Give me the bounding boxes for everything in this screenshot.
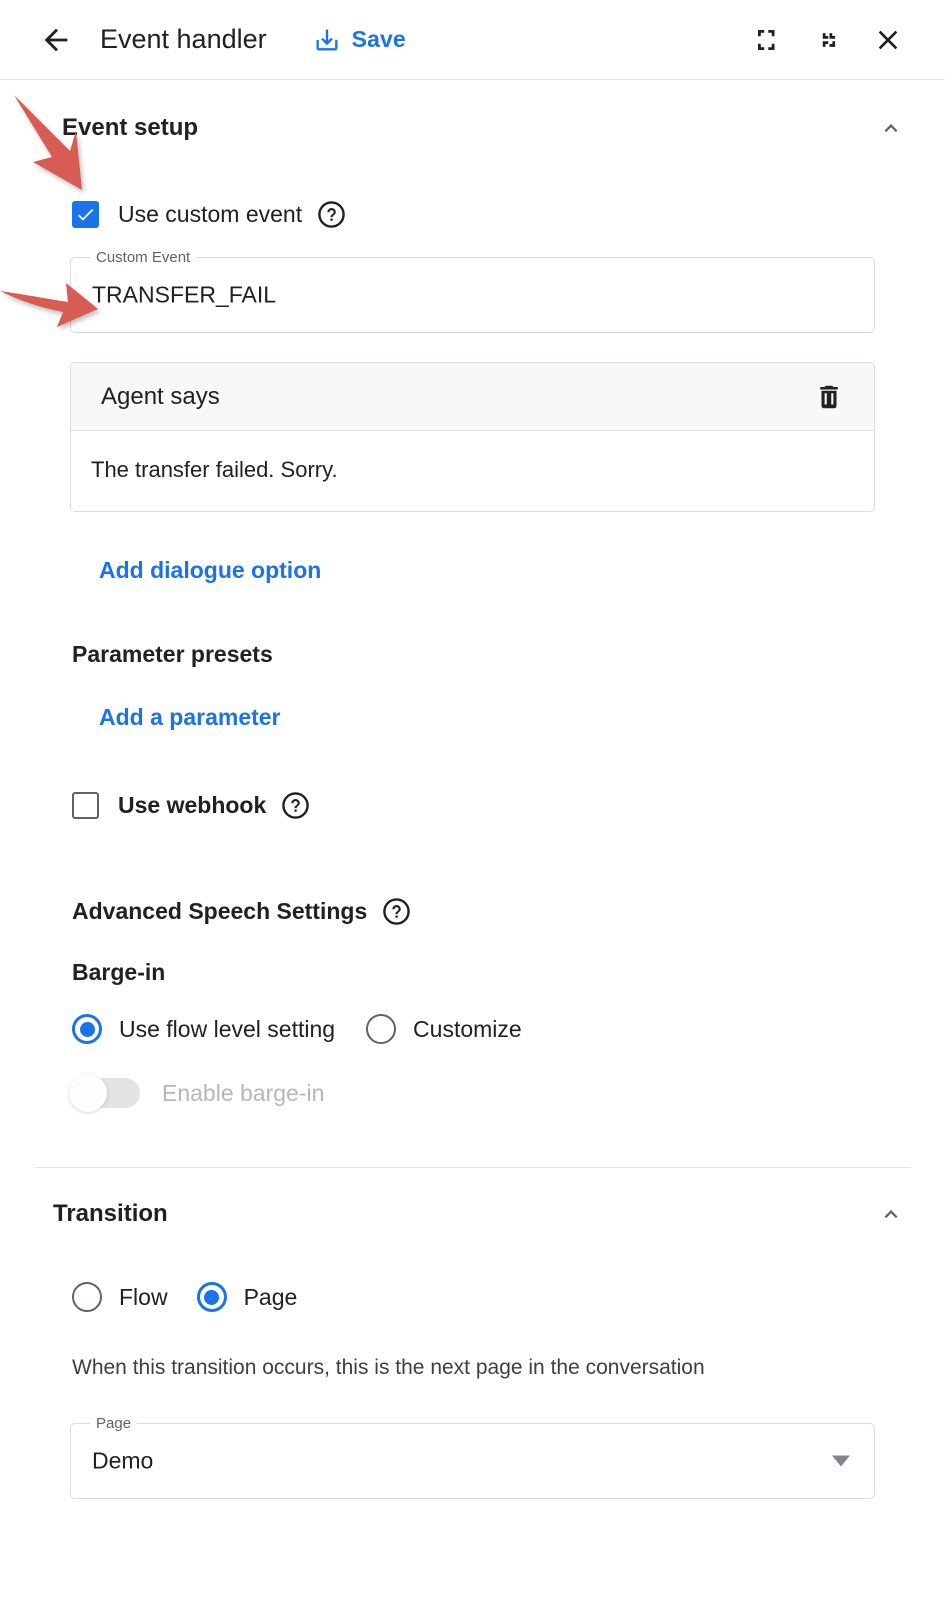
dialog-body: Event setup Use custom event Custom Even… [0, 80, 945, 1499]
dialog-header: Event handler Save [0, 0, 945, 80]
close-icon [878, 30, 898, 49]
checkmark-icon [77, 208, 94, 221]
add-a-parameter-link[interactable]: Add a parameter [99, 704, 281, 731]
dropdown-arrow-icon[interactable] [832, 1455, 850, 1467]
barge-in-options: Use flow level setting Customize [72, 1014, 911, 1044]
add-dialogue-option-link[interactable]: Add dialogue option [99, 557, 321, 584]
save-alt-icon [316, 29, 338, 50]
fullscreen-exit-icon [822, 32, 836, 47]
transition-collapse-button[interactable] [871, 1194, 911, 1234]
help-outline-icon[interactable] [382, 897, 411, 926]
transition-target-page[interactable] [196, 1282, 227, 1312]
help-outline-icon[interactable] [317, 200, 346, 229]
exit-fullscreen-button[interactable] [805, 17, 851, 63]
barge-in-option-1-label: Customize [413, 1015, 522, 1042]
advanced-speech-settings-title: Advanced Speech Settings [72, 898, 368, 924]
radio-dot [204, 1289, 220, 1305]
use-webhook-checkbox[interactable] [72, 792, 99, 819]
transition-section: Transition Flow Page When this transitio… [0, 1168, 945, 1499]
use-webhook-label: Use webhook [118, 792, 267, 818]
save-button-label: Save [351, 26, 406, 52]
enable-barge-in-row: Enable barge-in [69, 1074, 911, 1112]
enable-barge-in-label: Enable barge-in [162, 1079, 325, 1106]
agent-says-card-header: Agent says [71, 363, 874, 431]
advanced-speech-settings-header: Advanced Speech Settings [72, 897, 911, 926]
custom-event-legend: Custom Event [90, 248, 197, 268]
agent-says-card: Agent says The transfer failed. Sorry. [70, 362, 875, 512]
barge-in-option-customize[interactable] [366, 1014, 397, 1044]
delete-agent-says-button[interactable] [810, 378, 848, 416]
event-setup-header: Event setup [34, 80, 911, 148]
transition-header: Transition [34, 1168, 911, 1234]
enable-barge-in-toggle[interactable] [69, 1074, 140, 1112]
transition-target-1-label: Page [243, 1283, 298, 1310]
radio-dot [79, 1021, 95, 1037]
fullscreen-icon [758, 29, 775, 50]
save-button[interactable]: Save [313, 26, 406, 54]
parameter-presets-title: Parameter presets [72, 641, 273, 667]
help-outline-icon[interactable] [281, 791, 310, 820]
transition-helper-text: When this transition occurs, this is the… [72, 1356, 705, 1379]
custom-event-value: TRANSFER_FAIL [92, 281, 277, 308]
transition-title: Transition [53, 1200, 168, 1227]
chevron-up-icon [884, 1209, 898, 1219]
use-custom-event-checkbox[interactable] [72, 201, 99, 228]
custom-event-input[interactable]: Custom Event TRANSFER_FAIL [70, 248, 875, 333]
chevron-up-icon [884, 123, 898, 133]
event-setup-collapse-button[interactable] [871, 108, 911, 148]
agent-says-message[interactable]: The transfer failed. Sorry. [71, 431, 874, 511]
agent-says-title: Agent says [101, 382, 220, 410]
use-custom-event-row[interactable]: Use custom event [34, 200, 911, 229]
use-custom-event-label: Use custom event [118, 201, 303, 227]
trash-icon [820, 385, 838, 408]
transition-target-flow[interactable] [72, 1282, 102, 1312]
page-select[interactable]: Page Demo [70, 1414, 875, 1499]
use-webhook-row[interactable]: Use webhook [34, 791, 911, 820]
page-select-value: Demo [92, 1447, 154, 1474]
barge-in-option-0-label: Use flow level setting [119, 1015, 336, 1042]
page-title: Event handler [100, 24, 267, 54]
event-setup-section: Event setup Use custom event Custom Even… [0, 80, 945, 1112]
close-button[interactable] [865, 17, 911, 63]
arrow-back-icon [44, 28, 68, 51]
page-select-legend: Page [90, 1414, 138, 1434]
barge-in-title: Barge-in [72, 959, 166, 985]
back-button[interactable] [34, 18, 78, 62]
barge-in-option-use-flow-level-setting[interactable] [72, 1014, 102, 1044]
transition-target-0-label: Flow [119, 1283, 168, 1310]
event-setup-title: Event setup [62, 114, 199, 141]
transition-target-options: Flow Page [72, 1282, 911, 1312]
fullscreen-button[interactable] [745, 17, 791, 63]
toggle-knob [69, 1074, 107, 1112]
